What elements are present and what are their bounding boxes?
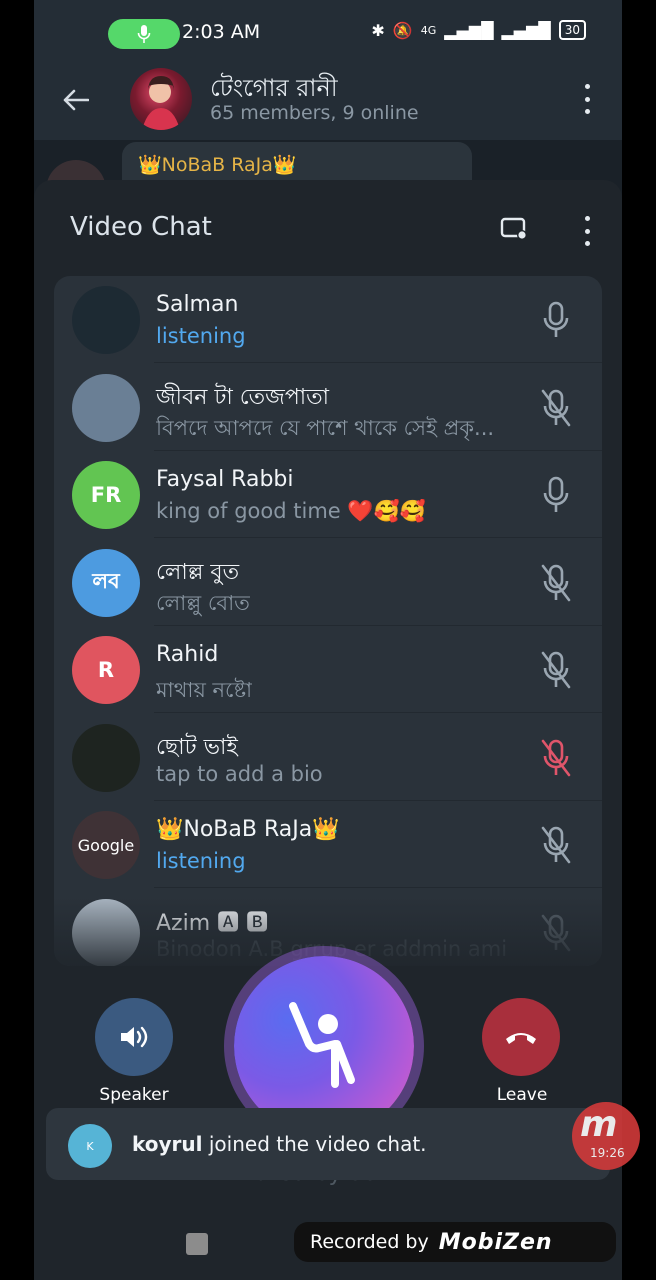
participant-row[interactable]: ছোট ভাই tap to add a bio [54,714,602,801]
battery-indicator: 30 [558,20,586,40]
participant-name: Salman [156,292,239,317]
toast-avatar: K [68,1124,112,1168]
status-bar: 2:03 AM ✱ 🔕 4G ▂▄▆█ ▂▄▆█ 30 [34,0,622,68]
back-button[interactable] [56,80,96,120]
raise-hand-icon [289,1002,355,1088]
group-avatar[interactable] [130,68,192,130]
bluetooth-icon: ✱ [371,20,385,40]
mute-bell-icon: 🔕 [392,20,413,40]
recorder-floating-button[interactable]: m 19:26 [572,1102,640,1170]
screen-share-icon[interactable] [500,216,528,240]
group-members-count: 65 members, 9 online [210,102,419,124]
participant-status: বিপদে আপদে যে পাশে থাকে সেই প্রকৃ... [156,415,495,440]
microphone-muted-icon[interactable] [540,650,572,690]
chat-header: টেংগোর রানী 65 members, 9 online [34,68,622,140]
participant-status: মাথায় নষ্টো [156,678,253,702]
participant-name: Faysal Rabbi [156,467,294,492]
participant-avatar[interactable] [72,286,140,354]
participant-status: লোল্লু বোত [156,590,250,615]
participant-row[interactable]: লব লোল্ল বুত লোল্লু বোত [54,539,602,626]
participant-avatar[interactable]: R [72,636,140,704]
microphone-icon[interactable] [540,475,572,515]
participant-status: listening [156,324,246,348]
speaker-label: Speaker [99,1085,169,1105]
microphone-muted-icon[interactable] [540,388,572,428]
recorder-timer: 19:26 [590,1146,625,1160]
join-notification-toast: K koyrul joined the video chat. [46,1108,610,1180]
participant-row[interactable]: FR Faysal Rabbi king of good time ❤️🥰🥰 [54,451,602,538]
leave-label: Leave [496,1085,548,1105]
recorder-label: Recorded by [310,1231,429,1253]
participant-avatar[interactable]: Google [72,811,140,879]
participant-avatar[interactable]: লব [72,548,140,617]
microphone-muted-icon[interactable] [540,738,572,778]
participant-name: 👑NoBaB RaJa👑 [156,817,340,842]
microphone-muted-icon[interactable] [540,825,572,865]
participants-list[interactable]: Salman listening জীবন টা তেজপাতা বিপদে আপদে… [54,276,602,966]
toast-text: joined the video chat. [202,1132,427,1156]
participant-row[interactable]: R Rahid মাথায় নষ্টো [54,626,602,713]
participant-status: listening [156,849,246,873]
signal-icon: ▂▄▆█ [444,20,494,40]
status-icons: ✱ 🔕 4G ▂▄▆█ ▂▄▆█ 30 [371,20,586,40]
phone-screen: 2:03 AM ✱ 🔕 4G ▂▄▆█ ▂▄▆█ 30 টেংগোর রানী … [34,0,622,1280]
participant-avatar[interactable] [72,373,140,442]
speaker-button[interactable] [95,998,173,1076]
participant-avatar[interactable]: FR [72,461,140,529]
speaker-icon [121,1026,148,1048]
microphone-icon[interactable] [540,300,572,340]
microphone-muted-icon[interactable] [540,563,572,603]
peek-sender-name: 👑NoBaB RaJa👑 [138,154,297,176]
recents-nav-button[interactable] [186,1233,208,1255]
microphone-icon [137,25,151,43]
participant-status: king of good time ❤️🥰🥰 [156,499,426,523]
toast-message: koyrul joined the video chat. [132,1132,427,1156]
leave-button[interactable] [482,998,560,1076]
participant-row[interactable]: Salman listening [54,276,602,363]
network-type: 4G [420,23,437,37]
participant-avatar[interactable] [72,723,140,792]
participant-row[interactable]: Google 👑NoBaB RaJa👑 listening [54,801,602,888]
signal-icon-2: ▂▄▆█ [501,20,551,40]
recorder-watermark: Recorded by MobiZen [294,1222,616,1262]
toast-username: koyrul [132,1132,203,1156]
video-chat-menu-button[interactable] [582,216,592,246]
participant-name: Rahid [156,642,219,667]
status-time: 2:03 AM [182,21,261,43]
recorder-brand: MobiZen [438,1229,553,1255]
hang-up-icon [506,1033,536,1044]
participant-row[interactable]: জীবন টা তেজপাতা বিপদে আপদে যে পাশে থাকে স… [54,364,602,451]
chat-menu-button[interactable] [582,84,592,114]
active-call-indicator[interactable] [108,19,180,49]
video-chat-title: Video Chat [70,212,212,242]
back-arrow-icon [63,89,89,111]
recorder-logo-icon: m [580,1104,618,1145]
participant-status: tap to add a bio [156,761,323,786]
